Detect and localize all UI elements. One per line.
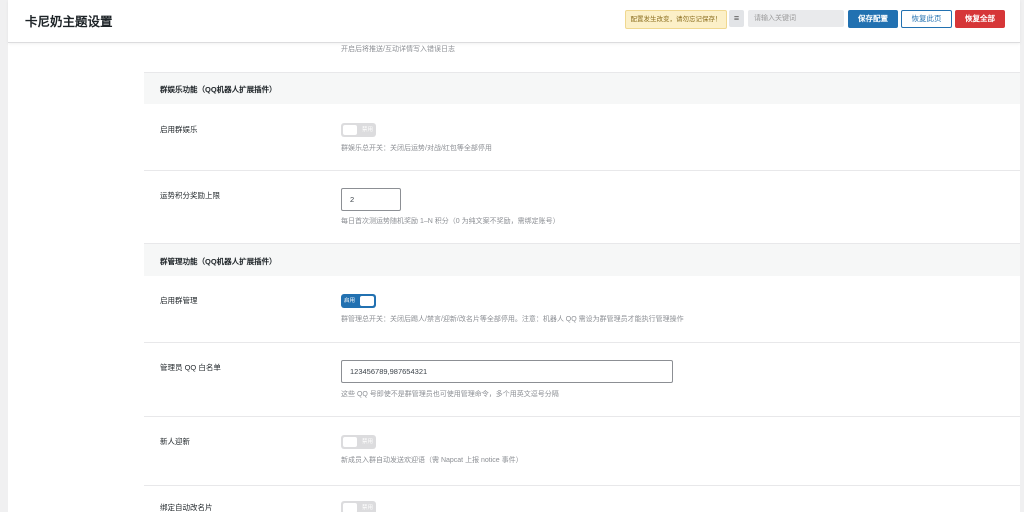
group-admin-toggle[interactable]: 启用 <box>341 294 376 308</box>
field-label: 新人迎新 <box>160 437 190 446</box>
field-row-fortune-limit: 运势积分奖励上限 每日首次测运势随机奖励 1–N 积分（0 为纯文案不奖励，需绑… <box>144 171 1020 244</box>
toggle-knob <box>343 125 357 135</box>
field-label: 启用群娱乐 <box>160 125 198 134</box>
menu-icon[interactable]: ≡ <box>729 10 744 27</box>
save-button[interactable]: 保存配置 <box>848 10 898 28</box>
group-fun-toggle[interactable]: 禁用 <box>341 123 376 137</box>
field-label: 运势积分奖励上限 <box>160 191 220 200</box>
top-bar: 卡尼奶主题设置 配置发生改变，请勿忘记保存！ ≡ 保存配置 恢复此页 恢复全部 <box>8 0 1020 43</box>
page-title: 卡尼奶主题设置 <box>25 15 113 29</box>
field-row-group-admin: 启用群管理 启用 群管理总开关：关闭后踢人/禁言/迎新/改名片等全部停用。注意：… <box>144 276 1020 343</box>
field-description: 每日首次测运势随机奖励 1–N 积分（0 为纯文案不奖励，需绑定账号） <box>341 218 560 225</box>
field-description: 开启后将推送/互动详情写入错误日志 <box>341 46 455 53</box>
section-header: 群管理功能（QQ机器人扩展插件） <box>144 243 1020 277</box>
admin-whitelist-input[interactable] <box>341 360 673 383</box>
toggle-knob <box>343 503 357 512</box>
field-description: 这些 QQ 号即使不是群管理员也可使用管理命令，多个用英文逗号分隔 <box>341 391 559 398</box>
field-description: 新成员入群自动发送欢迎语（需 Napcat 上报 notice 事件） <box>341 457 523 464</box>
toggle-label: 禁用 <box>361 127 373 133</box>
toggle-knob <box>360 296 374 306</box>
section-title: 群娱乐功能（QQ机器人扩展插件） <box>160 85 277 94</box>
restore-page-button[interactable]: 恢复此页 <box>901 10 952 28</box>
welcome-toggle[interactable]: 禁用 <box>341 435 376 449</box>
auto-rename-toggle[interactable]: 禁用 <box>341 501 376 512</box>
field-label: 绑定自动改名片 <box>160 503 213 512</box>
unsaved-notice: 配置发生改变，请勿忘记保存！ <box>625 10 727 29</box>
toggle-knob <box>343 437 357 447</box>
sidebar <box>8 42 145 512</box>
settings-content: 开启后将推送/互动详情写入错误日志 群娱乐功能（QQ机器人扩展插件） 启用群娱乐… <box>144 42 1020 512</box>
toggle-label: 启用 <box>344 298 356 304</box>
fortune-limit-input[interactable] <box>341 188 401 211</box>
field-label: 启用群管理 <box>160 296 198 305</box>
field-row: 开启后将推送/互动详情写入错误日志 <box>144 42 1020 73</box>
field-description: 群管理总开关：关闭后踢人/禁言/迎新/改名片等全部停用。注意：机器人 QQ 需设… <box>341 316 684 323</box>
section-title: 群管理功能（QQ机器人扩展插件） <box>160 257 277 266</box>
section-header: 群娱乐功能（QQ机器人扩展插件） <box>144 72 1020 105</box>
field-row-admin-whitelist: 管理员 QQ 白名单 这些 QQ 号即使不是群管理员也可使用管理命令，多个用英文… <box>144 343 1020 417</box>
field-row-auto-rename: 绑定自动改名片 禁用 <box>144 486 1020 512</box>
field-description: 群娱乐总开关：关闭后运势/对战/红包等全部停用 <box>341 145 492 152</box>
field-row-group-fun: 启用群娱乐 禁用 群娱乐总开关：关闭后运势/对战/红包等全部停用 <box>144 104 1020 171</box>
field-label: 管理员 QQ 白名单 <box>160 363 221 372</box>
toggle-label: 禁用 <box>361 439 373 445</box>
field-row-welcome: 新人迎新 禁用 新成员入群自动发送欢迎语（需 Napcat 上报 notice … <box>144 417 1020 486</box>
toggle-label: 禁用 <box>361 505 373 511</box>
restore-all-button[interactable]: 恢复全部 <box>955 10 1005 28</box>
search-input[interactable] <box>748 10 844 27</box>
